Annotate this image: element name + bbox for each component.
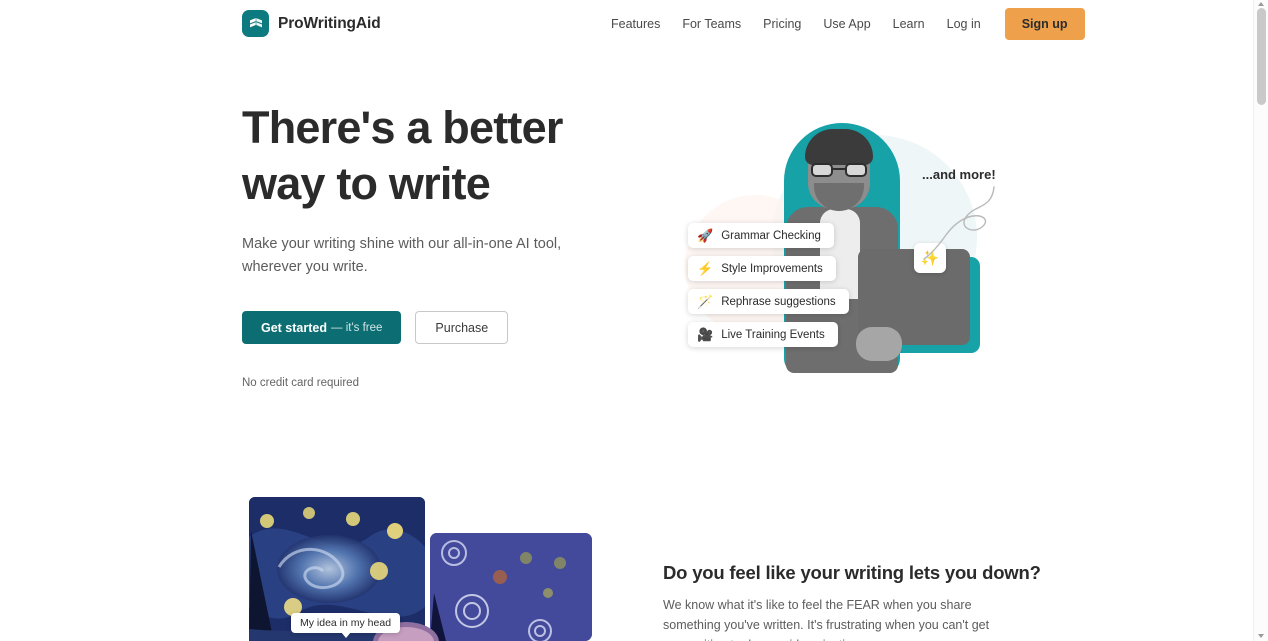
purchase-button[interactable]: Purchase — [415, 311, 509, 344]
idea-tooltip: My idea in my head — [291, 613, 401, 638]
glasses-icon — [811, 163, 867, 177]
page-scrollbar[interactable] — [1253, 0, 1268, 641]
sign-up-button[interactable]: Sign up — [1004, 8, 1085, 40]
bottom-section-title: Do you feel like your writing lets you d… — [663, 562, 1041, 583]
hero-subtitle: Make your writing shine with our all-in-… — [242, 236, 562, 275]
page-title: There's a better way to write — [242, 100, 602, 212]
flat-starry-night-image — [430, 533, 592, 641]
hero-illustration: ✨ ...and more! 🚀 Grammar Checking ⚡ Styl… — [660, 95, 1020, 395]
caret-down-icon[interactable] — [1258, 634, 1264, 638]
feature-chip-grammar-checking: 🚀 Grammar Checking — [688, 223, 834, 248]
brand-logo[interactable]: ProWritingAid — [242, 10, 381, 37]
feature-chip-label: Style Improvements — [721, 262, 823, 275]
no-credit-card-note: No credit card required — [242, 377, 359, 389]
bottom-copy-block: Do you feel like your writing lets you d… — [663, 562, 1041, 641]
feature-chip-label: Rephrase suggestions — [721, 295, 836, 308]
person-hand — [856, 327, 902, 361]
get-started-button[interactable]: Get started — it's free — [242, 311, 402, 344]
page-root: ProWritingAid Features For Teams Pricing… — [0, 0, 1268, 641]
person-hair — [805, 129, 873, 165]
nav-link-pricing[interactable]: Pricing — [752, 11, 812, 37]
get-started-suffix: — it's free — [331, 321, 383, 334]
hero-cta-row: Get started — it's free Purchase — [242, 311, 602, 344]
feature-chip-label: Grammar Checking — [721, 229, 821, 242]
feature-chip-label: Live Training Events — [721, 328, 825, 341]
nav-link-learn[interactable]: Learn — [882, 11, 936, 37]
and-more-label: ...and more! — [922, 167, 996, 182]
nav-link-features[interactable]: Features — [600, 11, 671, 37]
nav-link-use-app[interactable]: Use App — [812, 11, 881, 37]
feature-chip-list: 🚀 Grammar Checking ⚡ Style Improvements … — [688, 223, 849, 347]
brand-name: ProWritingAid — [278, 14, 381, 32]
squiggle-arrow-icon — [923, 186, 995, 260]
get-started-label: Get started — [261, 320, 327, 335]
hero-title-line-1: There's a better — [242, 102, 563, 153]
magic-wand-icon: 🪄 — [697, 294, 714, 309]
book-pages-icon — [242, 10, 269, 37]
caret-up-icon[interactable] — [1258, 2, 1264, 6]
scrollbar-thumb[interactable] — [1257, 8, 1266, 105]
feature-chip-rephrase-suggestions: 🪄 Rephrase suggestions — [688, 289, 849, 314]
hero-text-block: There's a better way to write Make your … — [242, 100, 602, 389]
lightning-icon: ⚡ — [697, 261, 714, 276]
main-nav: Features For Teams Pricing Use App Learn… — [600, 0, 1085, 48]
rocket-icon: 🚀 — [697, 228, 714, 243]
nav-link-for-teams[interactable]: For Teams — [671, 11, 752, 37]
site-header: ProWritingAid Features For Teams Pricing… — [0, 0, 1253, 48]
video-camera-icon: 🎥 — [697, 327, 714, 342]
feature-chip-live-training-events: 🎥 Live Training Events — [688, 322, 838, 347]
feature-chip-style-improvements: ⚡ Style Improvements — [688, 256, 836, 281]
bottom-section-paragraph: We know what it's like to feel the FEAR … — [663, 598, 990, 641]
nav-link-log-in[interactable]: Log in — [936, 11, 992, 37]
hero-title-line-2: way to write — [242, 158, 491, 209]
